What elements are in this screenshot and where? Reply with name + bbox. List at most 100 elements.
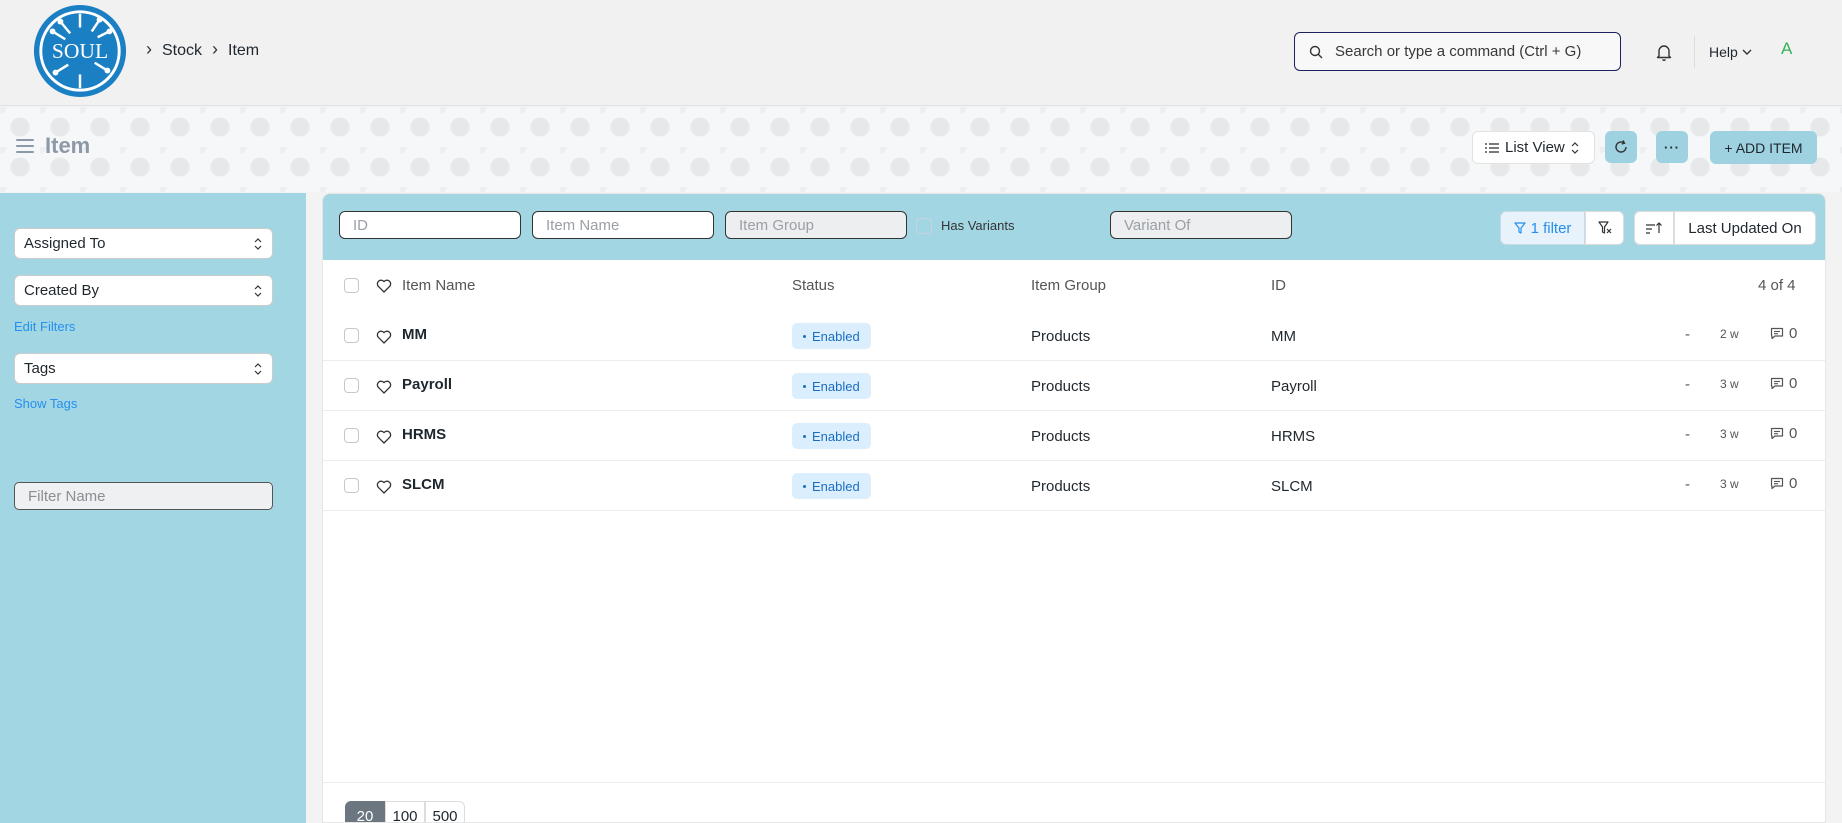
item-name-filter-input[interactable]: Item Name (532, 211, 714, 239)
column-item-group: Item Group (1031, 277, 1107, 294)
status-label: Enabled (812, 478, 860, 494)
more-actions-button[interactable]: ··· (1656, 131, 1688, 163)
item-group-cell: Products (1031, 378, 1091, 395)
comment-count-label: 0 (1789, 475, 1798, 492)
modified-age: 3 w (1720, 377, 1739, 391)
item-name-link[interactable]: SLCM (402, 476, 445, 493)
logo-text: SOUL (52, 39, 108, 63)
heart-icon[interactable] (376, 329, 392, 345)
heart-icon[interactable] (376, 429, 392, 445)
has-variants-label: Has Variants (941, 218, 1015, 233)
id-filter-input[interactable]: ID (339, 211, 521, 239)
status-badge: Enabled (792, 373, 871, 399)
row-checkbox[interactable] (344, 378, 359, 393)
has-variants-checkbox[interactable] (916, 218, 932, 234)
refresh-button[interactable] (1605, 131, 1637, 163)
row-checkbox[interactable] (344, 328, 359, 343)
page-header: Item List View ··· + ADD ITEM (0, 107, 1842, 192)
tags-label: Tags (24, 360, 56, 377)
row-checkbox[interactable] (344, 428, 359, 443)
select-arrows-icon (254, 362, 262, 375)
status-badge: Enabled (792, 323, 871, 349)
filter-name-input[interactable]: Filter Name (14, 482, 273, 510)
list-panel: ID Item Name Item Group Has Variants Var… (322, 193, 1826, 823)
variant-of-filter-input[interactable]: Variant Of (1110, 211, 1292, 239)
funnel-x-icon (1597, 221, 1611, 234)
status-label: Enabled (812, 378, 860, 394)
breadcrumb-stock[interactable]: Stock (162, 42, 202, 60)
item-name-link[interactable]: MM (402, 326, 427, 343)
id-cell: Payroll (1271, 378, 1317, 395)
status-badge: Enabled (792, 423, 871, 449)
page-size-100-button[interactable]: 100 (385, 801, 425, 822)
table-row[interactable]: Payroll Enabled Products Payroll - 3 w 0 (323, 361, 1825, 411)
item-group-filter-input[interactable]: Item Group (725, 211, 907, 239)
sidebar: Assigned To Created By Edit Filters Tags… (0, 193, 306, 823)
modified-age: 2 w (1720, 327, 1739, 341)
page-size-20-button[interactable]: 20 (345, 801, 385, 822)
created-by-label: Created By (24, 282, 100, 299)
created-by-select[interactable]: Created By (14, 275, 273, 306)
table-row[interactable]: HRMS Enabled Products HRMS - 3 w 0 (323, 411, 1825, 461)
breadcrumb-item[interactable]: Item (228, 42, 259, 60)
select-all-checkbox[interactable] (344, 278, 359, 293)
chevron-right-icon: › (212, 39, 219, 59)
id-cell: MM (1271, 328, 1296, 345)
comment-icon (1770, 477, 1784, 490)
list-icon (1485, 142, 1499, 153)
status-badge: Enabled (792, 473, 871, 499)
assigned-cell: - (1685, 476, 1690, 493)
list-view-button[interactable]: List View (1472, 131, 1595, 164)
table-row[interactable]: SLCM Enabled Products SLCM - 3 w 0 (323, 461, 1825, 511)
select-arrows-icon (254, 284, 262, 297)
help-dropdown[interactable]: Help (1709, 44, 1752, 60)
comment-count[interactable]: 0 (1770, 375, 1797, 392)
show-tags-link[interactable]: Show Tags (14, 396, 77, 411)
modified-age: 3 w (1720, 427, 1739, 441)
soul-logo[interactable]: SOUL (31, 2, 129, 100)
page-size-500-button[interactable]: 500 (425, 801, 465, 822)
avatar[interactable]: A (1781, 39, 1792, 59)
table-row[interactable]: MM Enabled Products MM - 2 w 0 (323, 311, 1825, 361)
page-size-selector: 20 100 500 (345, 801, 465, 822)
item-group-cell: Products (1031, 478, 1091, 495)
bell-icon[interactable] (1654, 42, 1674, 62)
tags-select[interactable]: Tags (14, 353, 273, 384)
assigned-to-select[interactable]: Assigned To (14, 228, 273, 259)
comment-count-label: 0 (1789, 325, 1798, 342)
comment-count[interactable]: 0 (1770, 425, 1797, 442)
edit-filters-link[interactable]: Edit Filters (14, 319, 75, 334)
search-placeholder: Search or type a command (Ctrl + G) (1335, 43, 1582, 60)
item-name-link[interactable]: HRMS (402, 426, 446, 443)
filter-count-label: 1 filter (1530, 219, 1572, 237)
help-label: Help (1709, 44, 1738, 60)
id-cell: SLCM (1271, 478, 1313, 495)
filter-button[interactable]: 1 filter (1500, 211, 1585, 245)
sort-direction-button[interactable] (1634, 211, 1674, 245)
filter-bar: ID Item Name Item Group Has Variants Var… (323, 194, 1825, 260)
chevron-right-icon: › (146, 39, 152, 59)
status-label: Enabled (812, 328, 860, 344)
select-arrows-icon (254, 237, 262, 250)
item-group-cell: Products (1031, 428, 1091, 445)
divider (323, 782, 1825, 783)
clear-filter-button[interactable] (1585, 211, 1624, 245)
comment-count[interactable]: 0 (1770, 475, 1797, 492)
item-name-link[interactable]: Payroll (402, 376, 452, 393)
dot-icon (803, 384, 806, 388)
row-checkbox[interactable] (344, 478, 359, 493)
hamburger-icon[interactable] (16, 139, 34, 153)
comment-icon (1770, 327, 1784, 340)
comment-count[interactable]: 0 (1770, 325, 1797, 342)
comment-icon (1770, 377, 1784, 390)
assigned-cell: - (1685, 376, 1690, 393)
heart-icon[interactable] (376, 379, 392, 395)
add-item-button[interactable]: + ADD ITEM (1710, 131, 1817, 164)
search-input[interactable]: Search or type a command (Ctrl + G) (1294, 32, 1621, 71)
search-icon (1309, 45, 1323, 58)
sort-field-button[interactable]: Last Updated On (1674, 211, 1816, 245)
heart-icon[interactable] (376, 278, 392, 294)
status-label: Enabled (812, 428, 860, 444)
result-count: 4 of 4 (1758, 277, 1796, 294)
heart-icon[interactable] (376, 479, 392, 495)
